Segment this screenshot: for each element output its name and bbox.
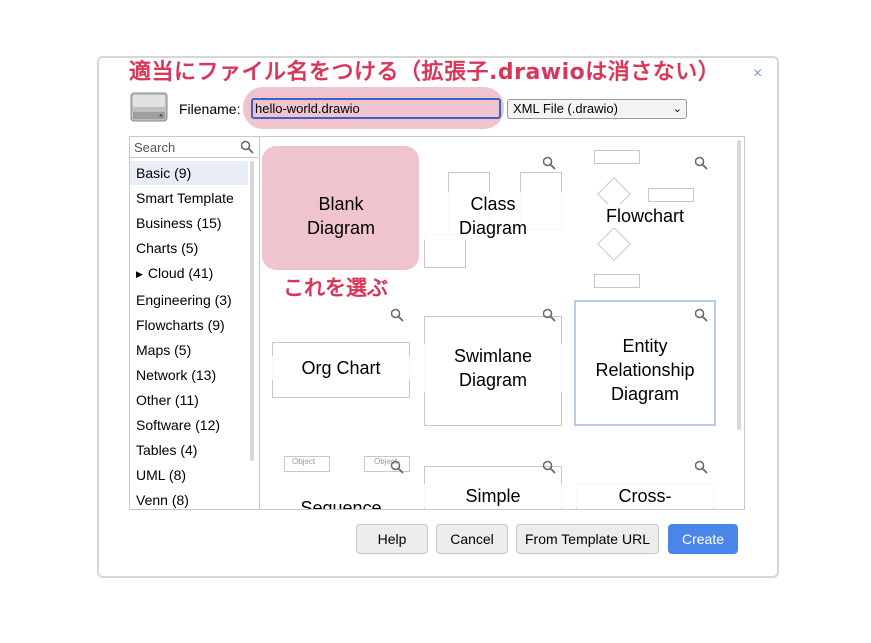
template-label: Swimlane Diagram [422,344,564,392]
create-button[interactable]: Create [668,524,738,554]
category-tables[interactable]: Tables (4) [130,438,248,462]
template-flowchart[interactable]: Flowchart [574,146,716,288]
category-uml[interactable]: UML (8) [130,463,248,487]
seq-object-label: Object [292,457,316,466]
category-engineering[interactable]: Engineering (3) [130,288,248,312]
filename-input[interactable]: hello-world.drawio [251,98,501,119]
category-flowcharts[interactable]: Flowcharts (9) [130,313,248,337]
flow-thumbnail-box [594,150,640,164]
category-software[interactable]: Software (12) [130,413,248,437]
template-label: Blank Diagram [306,194,376,238]
zoom-icon[interactable] [694,308,708,322]
category-business[interactable]: Business (15) [130,211,248,235]
template-label: Org Chart [270,356,412,380]
filename-label: Filename: [179,101,241,117]
flow-thumbnail-box [594,274,640,288]
filetype-select[interactable]: XML File (.drawio) ⌄ [507,99,687,119]
zoom-icon[interactable] [694,460,708,474]
template-swimlane-diagram[interactable]: Swimlane Diagram [422,300,564,426]
category-venn[interactable]: Venn (8) [130,488,248,509]
template-label: Entity Relationship Diagram [576,334,714,406]
template-label: Class Diagram [422,192,564,240]
template-label: Cross- [574,484,716,508]
category-other[interactable]: Other (11) [130,388,248,412]
zoom-icon[interactable] [390,308,404,322]
template-label: Simple [422,484,564,508]
help-button[interactable]: Help [356,524,428,554]
zoom-icon[interactable] [542,156,556,170]
category-maps[interactable]: Maps (5) [130,338,248,362]
zoom-icon[interactable] [542,308,556,322]
category-charts[interactable]: Charts (5) [130,236,248,260]
zoom-icon[interactable] [542,460,556,474]
from-template-url-button[interactable]: From Template URL [516,524,659,554]
template-row-3: Object Object Sequence Simple Cross- [260,450,736,509]
flow-thumbnail-box [648,188,694,202]
category-cloud[interactable]: ▶ Cloud (41) [130,261,248,285]
template-org-chart[interactable]: Org Chart [270,300,412,426]
category-basic[interactable]: Basic (9) [130,161,248,185]
template-entity-relationship[interactable]: Entity Relationship Diagram [574,300,716,426]
chevron-down-icon: ⌄ [672,103,682,115]
filetype-value: XML File (.drawio) [513,101,618,116]
template-blank-diagram[interactable]: Blank Diagram [270,146,412,272]
search-icon[interactable] [240,140,254,154]
category-sidebar: Search Basic (9) Smart Template Business… [130,137,260,509]
template-simple[interactable]: Simple [422,454,564,509]
template-class-diagram[interactable]: Class Diagram [422,146,564,272]
annotation-filename-hint: 適当にファイル名をつける（拡張子.drawioは消さない） [129,60,721,85]
search-input[interactable]: Search [134,140,175,155]
template-sequence[interactable]: Object Object Sequence [270,454,412,509]
drive-icon [130,92,168,122]
template-scrollbar[interactable] [737,140,741,430]
annotation-select-this: これを選ぶ [283,276,388,300]
template-label: Flowchart [574,204,716,228]
template-label: Sequence [270,496,412,509]
sidebar-scrollbar[interactable] [250,161,254,461]
zoom-icon[interactable] [390,460,404,474]
category-smart-template[interactable]: Smart Template [130,186,248,210]
template-cross-functional[interactable]: Cross- [574,454,716,509]
close-icon[interactable]: × [753,66,762,82]
search-box[interactable]: Search [130,137,258,158]
zoom-icon[interactable] [694,156,708,170]
flow-thumbnail-diamond [597,227,631,261]
expand-arrow-icon[interactable]: ▶ [136,269,143,279]
cancel-button[interactable]: Cancel [436,524,508,554]
category-network[interactable]: Network (13) [130,363,248,387]
